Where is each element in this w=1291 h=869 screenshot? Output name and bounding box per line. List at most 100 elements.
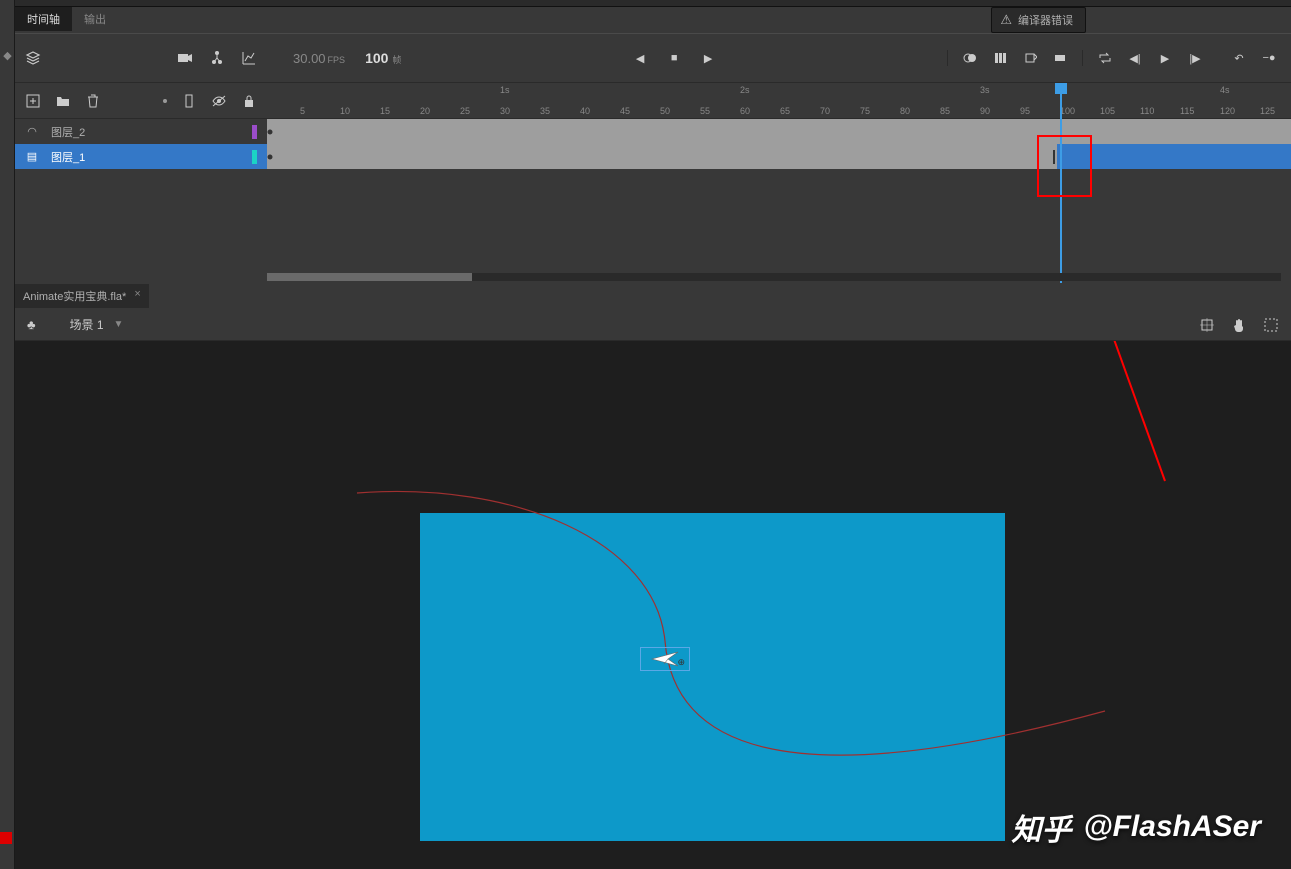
prev-keyframe-icon[interactable]: ◀ bbox=[632, 50, 648, 66]
insert-frame-icon[interactable] bbox=[1052, 50, 1068, 66]
layer-type-icon: ◠ bbox=[25, 125, 39, 138]
reg-point-icon: ⊕ bbox=[677, 657, 685, 668]
stage-canvas[interactable] bbox=[420, 513, 1005, 841]
layer-type-icon: ▤ bbox=[25, 150, 39, 163]
play-icon[interactable]: ▶ bbox=[1157, 50, 1173, 66]
chevron-down-icon: ▼ bbox=[114, 319, 124, 330]
layer-color-swatch[interactable] bbox=[252, 150, 257, 164]
clip-stage-icon[interactable] bbox=[1199, 317, 1215, 333]
step-back-icon[interactable]: ◀| bbox=[1127, 50, 1143, 66]
layer-name[interactable]: 图层_1 bbox=[47, 149, 244, 165]
lock-icon[interactable] bbox=[241, 93, 257, 109]
zoom-out-icon[interactable]: −● bbox=[1261, 50, 1277, 66]
visibility-icon[interactable] bbox=[211, 93, 227, 109]
playhead-handle[interactable] bbox=[1055, 83, 1067, 94]
ruler-tick: 45 bbox=[620, 106, 630, 116]
tab-timeline[interactable]: 时间轴 bbox=[15, 7, 72, 31]
ruler-tick: 125 bbox=[1260, 106, 1275, 116]
document-tab[interactable]: Animate实用宝典.fla* × bbox=[15, 284, 149, 308]
layer-row[interactable]: ▤ 图层_1 bbox=[15, 144, 267, 169]
new-layer-icon[interactable] bbox=[25, 93, 41, 109]
ruler-tick: 60 bbox=[740, 106, 750, 116]
layers-icon[interactable] bbox=[25, 50, 41, 66]
ruler-tick: 65 bbox=[780, 106, 790, 116]
ruler-tick: 50 bbox=[660, 106, 670, 116]
fps-label: FPS bbox=[328, 55, 346, 65]
fill-color-swatch[interactable] bbox=[0, 832, 12, 844]
ruler-tick: 40 bbox=[580, 106, 590, 116]
playhead[interactable] bbox=[1060, 83, 1062, 283]
ruler-second: 3s bbox=[980, 85, 990, 95]
outline-icon[interactable] bbox=[181, 93, 197, 109]
ruler-tick: 30 bbox=[500, 106, 510, 116]
ruler-second: 2s bbox=[740, 85, 750, 95]
document-tabs: Animate实用宝典.fla* × bbox=[15, 283, 1291, 309]
edit-multiple-icon[interactable] bbox=[992, 50, 1008, 66]
close-icon[interactable]: × bbox=[134, 288, 140, 304]
compiler-errors-badge[interactable]: ⚠ 编译器错误 bbox=[991, 7, 1086, 33]
watermark-logo: 知乎 bbox=[1011, 805, 1071, 849]
scene-selector[interactable]: 场景 1 ▼ bbox=[70, 316, 124, 333]
marker-icon[interactable] bbox=[1022, 50, 1038, 66]
parenting-icon[interactable] bbox=[209, 50, 225, 66]
ruler-tick: 10 bbox=[340, 106, 350, 116]
ruler-tick: 95 bbox=[1020, 106, 1030, 116]
layer-row[interactable]: ◠ 图层_2 bbox=[15, 119, 267, 144]
ruler-tick: 20 bbox=[420, 106, 430, 116]
ruler-tick: 120 bbox=[1220, 106, 1235, 116]
ruler-tick: 100 bbox=[1060, 106, 1075, 116]
ruler-tick: 25 bbox=[460, 106, 470, 116]
tool-slot[interactable]: ◆ bbox=[0, 40, 15, 70]
undo-icon[interactable]: ↶ bbox=[1231, 50, 1247, 66]
layer-toolbar bbox=[15, 83, 267, 119]
tools-panel[interactable]: ◆ bbox=[0, 0, 15, 869]
paper-plane-symbol[interactable]: ⊕ bbox=[640, 647, 690, 671]
ruler-tick: 70 bbox=[820, 106, 830, 116]
warning-icon: ⚠ bbox=[1000, 12, 1012, 28]
loop-icon[interactable] bbox=[1097, 50, 1113, 66]
onion-skin-icon[interactable] bbox=[962, 50, 978, 66]
layer-color-swatch[interactable] bbox=[252, 125, 257, 139]
graph-icon[interactable] bbox=[241, 50, 257, 66]
timeline-track-area[interactable]: 1s2s3s4s 5101520253035404550556065707580… bbox=[267, 83, 1291, 283]
stop-icon[interactable]: ■ bbox=[666, 50, 682, 66]
track-layer-1[interactable] bbox=[267, 144, 1291, 169]
fps-display[interactable]: 30.00 FPS bbox=[293, 51, 345, 66]
new-folder-icon[interactable] bbox=[55, 93, 71, 109]
ruler-second: 1s bbox=[500, 85, 510, 95]
timeline-toolbar: 30.00 FPS 100 帧 ◀ ■ ▶ ◀| ▶ |▶ ↶ −● bbox=[15, 33, 1291, 83]
ruler-tick: 105 bbox=[1100, 106, 1115, 116]
scrollbar-thumb[interactable] bbox=[267, 273, 472, 281]
timeline-scrollbar[interactable] bbox=[267, 273, 1281, 281]
ruler-tick: 15 bbox=[380, 106, 390, 116]
fps-value: 30.00 bbox=[293, 51, 326, 66]
layer-panel: ◠ 图层_2 ▤ 图层_1 bbox=[15, 83, 267, 283]
compiler-errors-label: 编译器错误 bbox=[1018, 12, 1073, 28]
layer-name[interactable]: 图层_2 bbox=[47, 124, 244, 140]
ruler-tick: 55 bbox=[700, 106, 710, 116]
scene-bar: ♣ 场景 1 ▼ bbox=[15, 309, 1291, 341]
ruler-tick: 90 bbox=[980, 106, 990, 116]
frame-label: 帧 bbox=[392, 55, 401, 65]
fit-stage-icon[interactable] bbox=[1263, 317, 1279, 333]
ruler-second: 4s bbox=[1220, 85, 1230, 95]
step-fwd-icon[interactable]: |▶ bbox=[1187, 50, 1203, 66]
watermark: 知乎 @FlashASer bbox=[1011, 805, 1261, 849]
stage-area[interactable]: ⊕ 知乎 @FlashASer bbox=[15, 341, 1291, 869]
delete-layer-icon[interactable] bbox=[85, 93, 101, 109]
track-layer-2[interactable] bbox=[267, 119, 1291, 144]
edit-scene-icon[interactable]: ♣ bbox=[27, 317, 36, 332]
timeline-ruler[interactable]: 1s2s3s4s 5101520253035404550556065707580… bbox=[267, 83, 1291, 119]
next-keyframe-icon[interactable]: ▶ bbox=[700, 50, 716, 66]
scene-label: 场景 1 bbox=[70, 316, 104, 333]
menubar bbox=[15, 0, 1291, 7]
frame-display[interactable]: 100 帧 bbox=[365, 50, 401, 66]
camera-icon[interactable] bbox=[177, 50, 193, 66]
ruler-tick: 35 bbox=[540, 106, 550, 116]
ruler-tick: 110 bbox=[1140, 106, 1154, 116]
hand-tool-icon[interactable] bbox=[1231, 317, 1247, 333]
highlight-dot-icon[interactable] bbox=[163, 99, 167, 103]
ruler-tick: 85 bbox=[940, 106, 950, 116]
watermark-handle: @FlashASer bbox=[1083, 810, 1261, 844]
tab-output[interactable]: 输出 bbox=[72, 7, 118, 31]
